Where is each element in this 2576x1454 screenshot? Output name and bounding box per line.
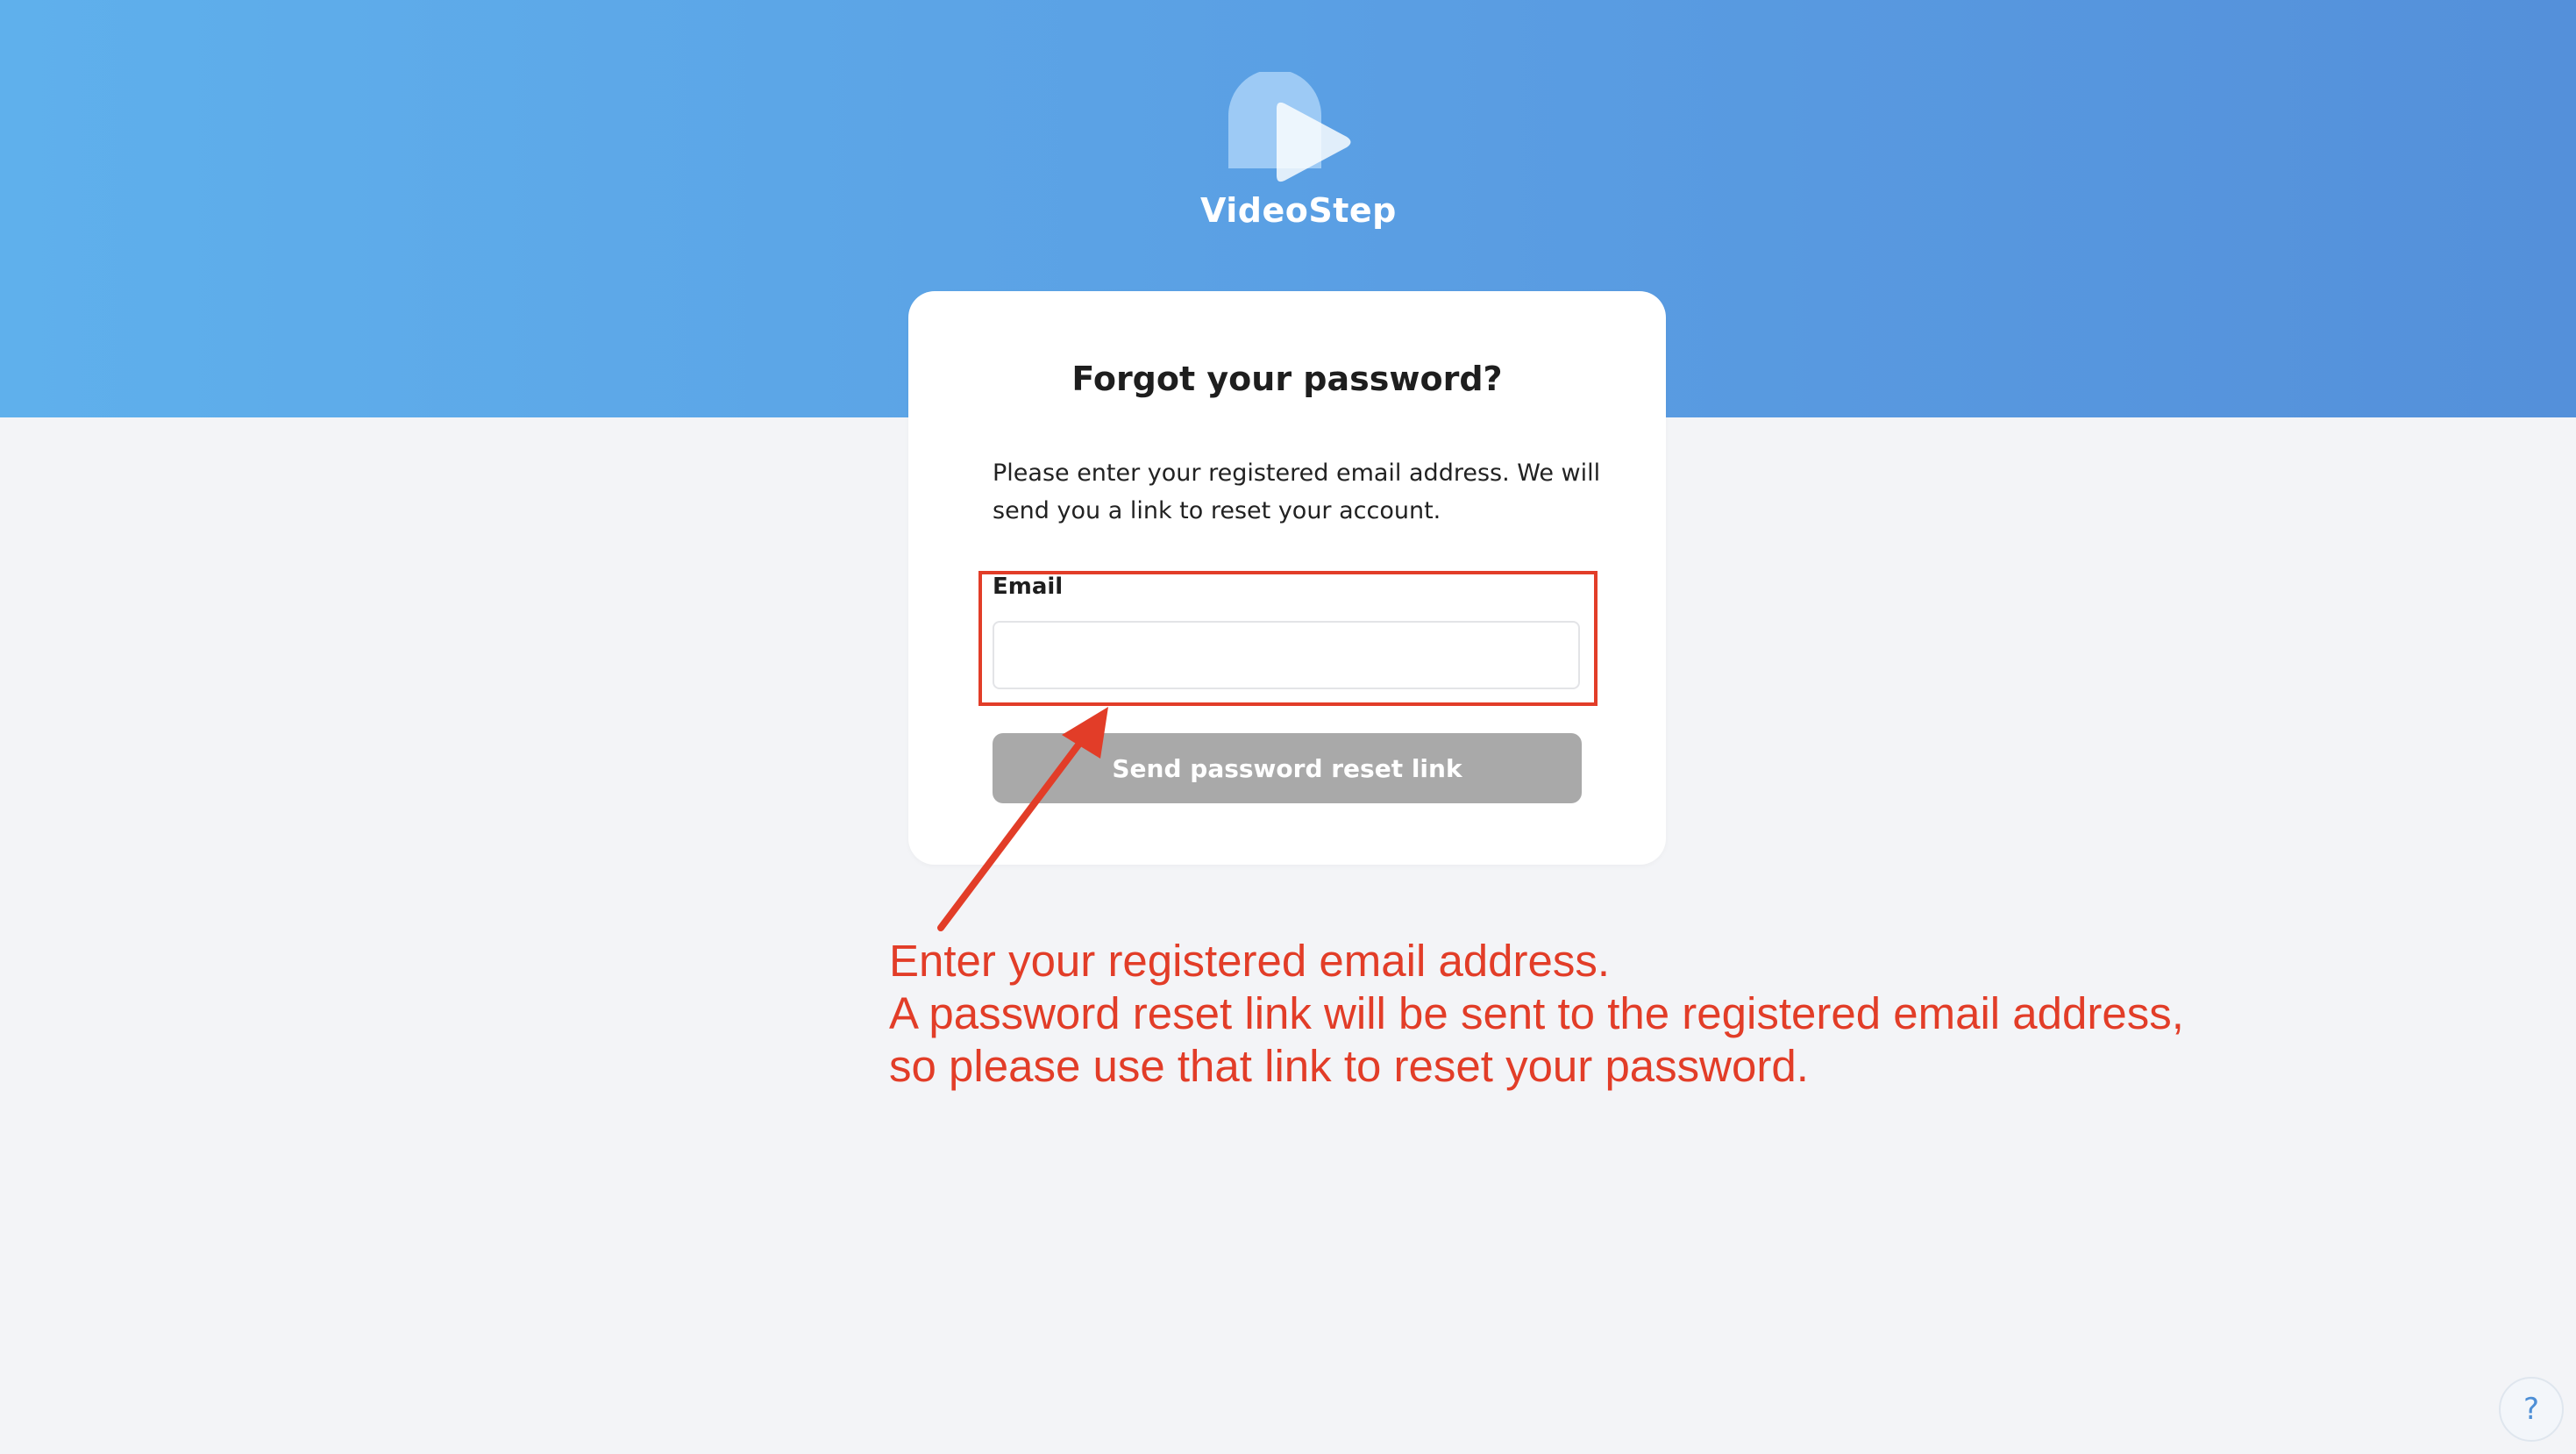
page-title: Forgot your password? — [1071, 360, 1503, 398]
instructions-text: Please enter your registered email addre… — [993, 460, 1601, 524]
videostep-logo: VideoStep — [1200, 72, 1397, 239]
help-button[interactable]: ? — [2499, 1377, 2564, 1442]
forgot-password-card: Forgot your password? Please enter your … — [908, 291, 1666, 865]
annotation-line: A password reset link will be sent to th… — [889, 988, 2184, 1038]
annotation-line: so please use that link to reset your pa… — [889, 1041, 1809, 1091]
brand-name: VideoStep — [1200, 191, 1397, 230]
email-label: Email — [993, 574, 1064, 600]
email-field[interactable] — [993, 621, 1580, 689]
annotation-line: Enter your registered email address. — [889, 936, 1611, 986]
annotation-text: Enter your registered email address. A p… — [889, 935, 2380, 1093]
question-mark-icon: ? — [2523, 1392, 2540, 1427]
play-logo-icon — [1228, 72, 1351, 182]
send-reset-link-button[interactable]: Send password reset link — [993, 733, 1582, 803]
